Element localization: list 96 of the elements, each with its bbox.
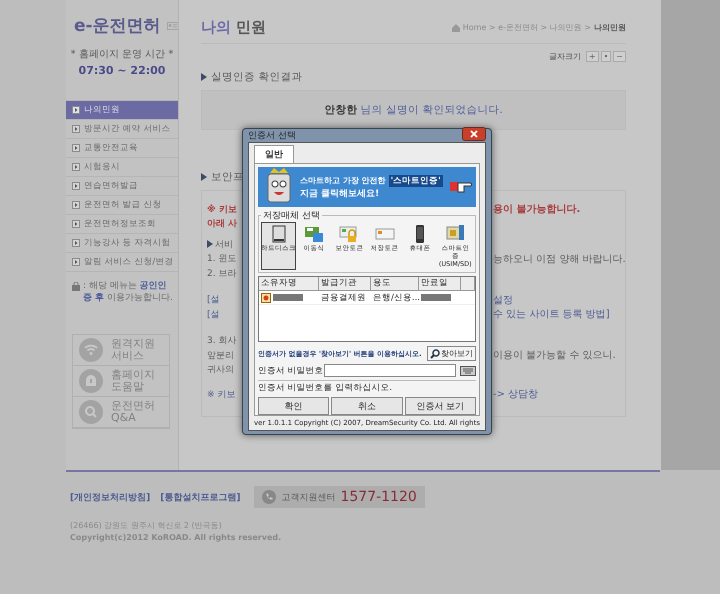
table-cell: 금융결제원	[321, 292, 366, 304]
browse-button[interactable]: 찾아보기	[427, 346, 476, 361]
arrow-icon	[72, 239, 80, 247]
magnifier-icon	[79, 400, 103, 424]
column-header[interactable]: 발급기관	[319, 277, 371, 290]
search-icon	[430, 348, 440, 358]
help-link[interactable]: 홈페이지 도움말	[73, 366, 169, 397]
notice-text: 2. 브라	[207, 268, 236, 280]
pointing-hand-icon	[450, 179, 472, 195]
password-label: 인증서 비밀번호	[258, 364, 320, 376]
site-logo[interactable]: e-운전면허	[74, 14, 161, 37]
menu-note: : 해당 메뉴는 공인인증 후 이용가능합니다.	[83, 280, 174, 304]
arrow-icon	[72, 125, 80, 133]
certificate-icon	[261, 292, 271, 302]
notice-text: 능하오니 이점 양해 바랍니다.	[493, 254, 626, 265]
table-cell: 은행/신용...	[373, 292, 420, 304]
menu-item[interactable]: 나의민원	[66, 101, 178, 120]
dialog-button[interactable]: 인증서 보기	[404, 397, 476, 415]
dialog-button[interactable]: 취소	[331, 397, 403, 415]
arrow-icon	[72, 106, 80, 114]
banner-highlight: '스마트인증'	[388, 174, 443, 186]
support-phone: 1577-1120	[340, 489, 417, 505]
arrow-icon	[72, 163, 80, 171]
link-text[interactable]: ※ 키보	[207, 388, 236, 401]
notice-text: 앞분리	[207, 350, 234, 362]
menu-item[interactable]: 교통안전교육	[66, 139, 178, 158]
link-text[interactable]: [설	[207, 308, 220, 321]
arrow-icon	[72, 201, 80, 209]
font-size-label: 글자크기	[548, 51, 581, 62]
status-text: 인증서 비밀번호를 입력하십시오.	[258, 380, 476, 394]
column-header[interactable]: 만료일	[419, 277, 461, 290]
menu-item[interactable]: 기능강사 등 자격시험	[66, 234, 178, 253]
arrow-icon	[72, 220, 80, 228]
dialog-title: 인증서 선택	[248, 130, 296, 142]
breadcrumb[interactable]: Home > e-운전면허 > 나의민원 >	[462, 22, 591, 33]
bullet-icon	[201, 173, 207, 181]
ad-banner[interactable]: 스마트하고 가장 안전한 '스마트인증' 지금 클릭해보세요!	[258, 167, 476, 207]
menu-item[interactable]: 연습면허발급	[66, 177, 178, 196]
link-text[interactable]: 수 있는 사이트 등록 방법]	[493, 309, 610, 320]
notice-text: 서비	[215, 238, 233, 251]
banner-subline: 지금 클릭해보세요!	[300, 188, 380, 200]
support-label: 고객지원센터	[281, 492, 336, 504]
font-size-button[interactable]: +	[586, 51, 599, 62]
link-text[interactable]: -> 상담창	[493, 389, 538, 400]
menu-item[interactable]: 알림 서비스 신청/변경	[66, 253, 178, 272]
menu-item[interactable]: 방문시간 예약 서비스	[66, 120, 178, 139]
notice-text: ※ 키보	[207, 204, 237, 216]
section-heading: 실명인증 확인결과	[211, 70, 302, 84]
arrow-icon	[72, 144, 80, 152]
font-size-button[interactable]: •	[600, 51, 612, 62]
bell-icon	[79, 369, 103, 393]
menu-item[interactable]: 운전면허정보조회	[66, 215, 178, 234]
keyboard-icon	[460, 364, 476, 376]
footer-link[interactable]: [개인정보처리방침]	[70, 490, 150, 504]
wifi-icon	[79, 338, 103, 362]
padlock-icon	[339, 224, 360, 244]
column-header[interactable]: 용도	[371, 277, 419, 290]
removable-drive-icon	[304, 224, 324, 244]
notice-text: 귀사의	[207, 364, 234, 376]
redacted-block	[273, 294, 303, 301]
redacted-block	[421, 294, 451, 301]
breadcrumb-current: 나의민원	[594, 22, 626, 33]
banner-headline: 스마트하고 가장 안전한	[300, 175, 386, 186]
help-link[interactable]: 원격지원 서비스	[73, 335, 169, 366]
bullet-icon	[207, 240, 213, 248]
font-size-button[interactable]: −	[613, 51, 626, 62]
close-button[interactable]	[462, 126, 486, 140]
hours-text: 07:30 ~ 22:00	[78, 64, 166, 77]
page-title: 나의 민원	[201, 18, 266, 37]
close-icon	[470, 130, 478, 138]
phone-icon	[262, 490, 276, 504]
hours-label: * 홈페이지 운영 시간 *	[70, 48, 174, 61]
column-header[interactable]: 소유자명	[259, 277, 319, 290]
password-field[interactable]	[324, 364, 456, 377]
link-text[interactable]: [설	[207, 293, 220, 306]
bullet-icon	[201, 73, 207, 81]
notice-text: 아래 사	[207, 218, 238, 230]
link-text[interactable]: 설정	[493, 294, 513, 306]
arrow-icon	[72, 258, 80, 266]
tab[interactable]: 일반	[254, 145, 294, 163]
lock-icon	[72, 282, 80, 291]
home-icon	[452, 24, 460, 32]
notice-text: 1. 윈도	[207, 253, 236, 266]
menu-item[interactable]: 운전면허 발급 신청	[66, 196, 178, 215]
result-message: 안창한 님의 실명이 확인되었습니다.	[324, 103, 503, 117]
group-label: 저장매체 선택	[262, 210, 321, 222]
menu-item[interactable]: 시험응시	[66, 158, 178, 177]
section-heading: 보안프	[211, 170, 244, 184]
notice-text: 용이 불가능합니다.	[493, 204, 580, 216]
arrow-icon	[72, 182, 80, 190]
help-link[interactable]: 운전면허 Q&A	[73, 397, 169, 428]
footer-link[interactable]: [통합설치프로그램]	[160, 490, 240, 504]
notice-text: 3. 회사	[207, 335, 236, 348]
table-row[interactable]: 금융결제원 은행/신용...	[259, 291, 475, 305]
dialog-button[interactable]: 확인	[258, 397, 330, 415]
notice-text: 이용이 불가능할 수 있으니.	[493, 350, 616, 362]
